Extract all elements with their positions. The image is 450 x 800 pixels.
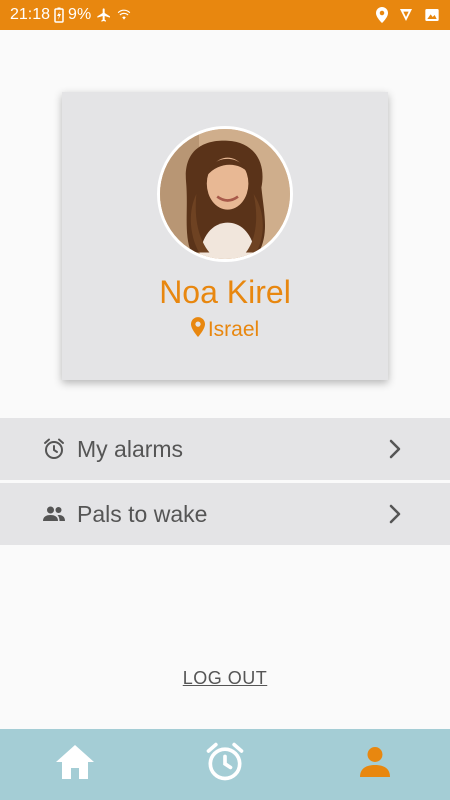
nav-item-profile[interactable] [300, 729, 450, 800]
avatar[interactable] [157, 126, 293, 262]
person-icon [357, 744, 393, 785]
bottom-nav [0, 729, 450, 800]
navigation-icon [398, 7, 414, 23]
menu-item-label: Pals to wake [77, 500, 208, 527]
location-icon [376, 7, 388, 23]
alarm-clock-icon [203, 740, 247, 789]
menu-item-label: My alarms [77, 435, 184, 462]
menu-item-my-alarms[interactable]: My alarms [0, 418, 450, 480]
profile-location: Israel [190, 317, 260, 343]
nav-item-alarms[interactable] [150, 729, 300, 800]
people-icon [42, 502, 66, 526]
status-time: 21:18 [10, 6, 51, 23]
profile-card: Noa Kirel Israel [62, 92, 388, 380]
battery-percent: 9% [68, 6, 92, 23]
wifi-icon [117, 8, 131, 22]
chevron-right-icon [388, 438, 402, 460]
map-pin-icon [190, 317, 205, 343]
location-label: Israel [207, 318, 260, 341]
profile-name: Noa Kirel [159, 274, 291, 310]
menu-item-pals-to-wake[interactable]: Pals to wake [0, 483, 450, 545]
nav-item-home[interactable] [0, 729, 150, 800]
image-icon [424, 7, 440, 23]
home-icon [54, 743, 96, 786]
battery-charging-icon [54, 7, 64, 23]
airplane-icon [95, 7, 113, 23]
chevron-right-icon [388, 503, 402, 525]
logout-button[interactable]: LOG OUT [183, 668, 268, 688]
alarm-clock-icon [42, 437, 66, 461]
logout-container: LOG OUT [0, 668, 450, 689]
status-bar: 21:18 9% [0, 0, 450, 30]
